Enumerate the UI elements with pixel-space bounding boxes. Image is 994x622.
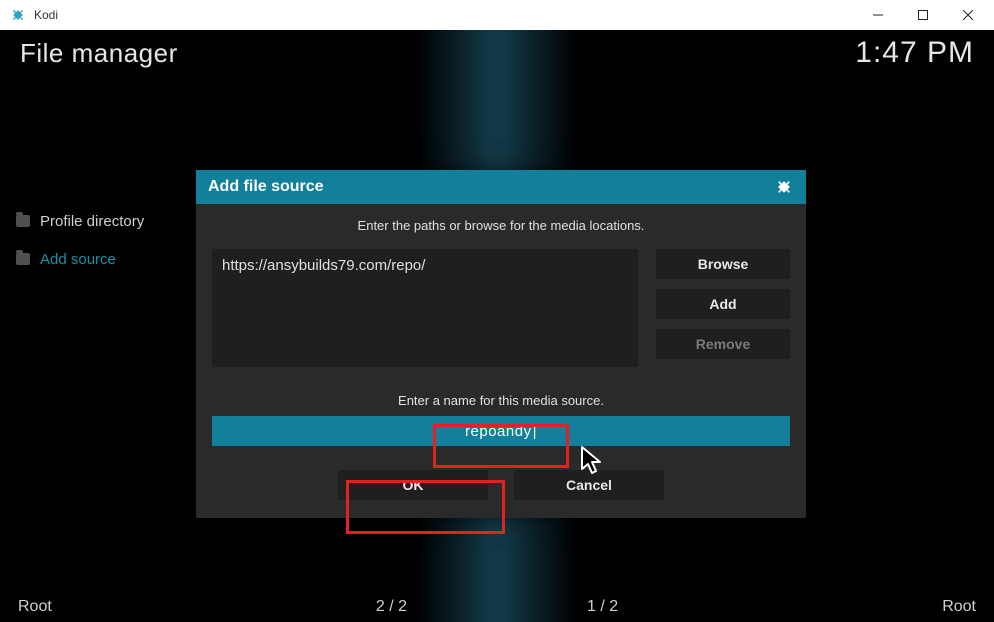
right-count: 1 / 2 [587, 598, 618, 616]
kodi-logo-icon [774, 177, 794, 197]
bottom-left-label: Root [18, 598, 52, 616]
page-title: File manager [20, 38, 178, 69]
ok-button[interactable]: OK [338, 470, 488, 500]
source-name-value: repoandy [465, 423, 537, 440]
source-name-input[interactable]: repoandy [212, 416, 790, 446]
maximize-button[interactable] [900, 0, 945, 30]
browse-button[interactable]: Browse [656, 249, 790, 279]
name-hint: Enter a name for this media source. [212, 393, 790, 408]
clock: 1:47 PM [855, 36, 974, 70]
list-item-label: Add source [40, 251, 116, 268]
remove-button: Remove [656, 329, 790, 359]
folder-icon [16, 215, 30, 227]
bottom-right-label: Root [942, 598, 976, 616]
close-button[interactable] [945, 0, 990, 30]
path-value: https://ansybuilds79.com/repo/ [222, 257, 425, 274]
add-file-source-dialog: Add file source Enter the paths or brows… [196, 170, 806, 518]
path-input[interactable]: https://ansybuilds79.com/repo/ [212, 249, 638, 367]
bottom-bar: Root 2 / 2 1 / 2 Root [18, 598, 976, 616]
cancel-button[interactable]: Cancel [514, 470, 664, 500]
app-name: Kodi [34, 8, 58, 22]
add-button[interactable]: Add [656, 289, 790, 319]
list-item-label: Profile directory [40, 213, 144, 230]
dialog-header: Add file source [196, 170, 806, 204]
app-body: File manager 1:47 PM Profile directory A… [0, 30, 994, 622]
minimize-button[interactable] [855, 0, 900, 30]
dialog-title: Add file source [208, 178, 324, 196]
paths-hint: Enter the paths or browse for the media … [212, 218, 790, 233]
window-titlebar: Kodi [0, 0, 994, 30]
left-count: 2 / 2 [376, 598, 407, 616]
folder-icon [16, 253, 30, 265]
kodi-logo-icon [10, 7, 26, 23]
